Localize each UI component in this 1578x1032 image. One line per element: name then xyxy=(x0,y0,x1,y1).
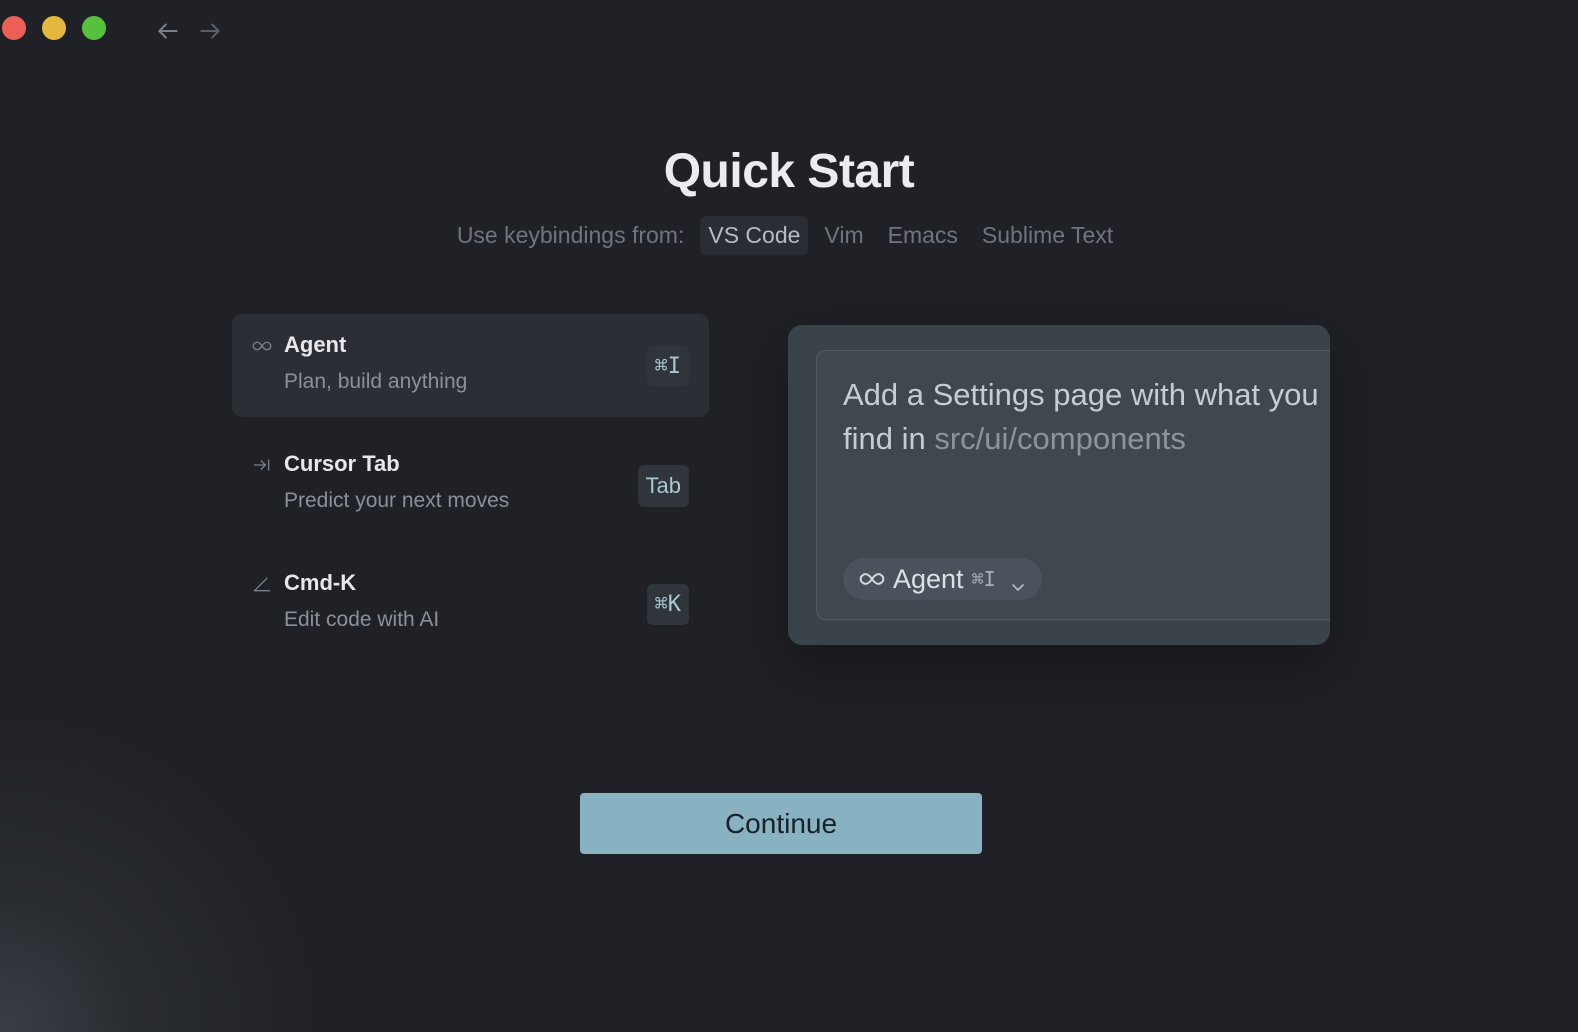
mode-selector[interactable]: Agent ⌘I xyxy=(843,558,1042,600)
feature-list: Agent Plan, build anything ⌘I Cursor Tab… xyxy=(232,314,709,671)
keybinding-option-sublime[interactable]: Sublime Text xyxy=(974,216,1121,255)
keybinding-option-emacs[interactable]: Emacs xyxy=(880,216,966,255)
keybinding-option-vscode[interactable]: VS Code xyxy=(700,216,809,255)
feature-item-cmd-k[interactable]: Cmd-K Edit code with AI ⌘K xyxy=(232,552,709,655)
navigation-controls xyxy=(154,17,224,45)
shortcut-badge: ⌘K xyxy=(646,584,689,625)
feature-subtitle: Edit code with AI xyxy=(284,608,440,631)
app-window: Quick Start Use keybindings from: VS Cod… xyxy=(0,0,1578,1032)
arrow-left-icon xyxy=(158,23,178,39)
feature-subtitle: Predict your next moves xyxy=(284,489,510,512)
composer-input[interactable]: Add a Settings page with what you find i… xyxy=(816,350,1330,620)
continue-button[interactable]: Continue xyxy=(580,793,982,854)
close-window-button[interactable] xyxy=(2,16,26,40)
tab-arrow-icon xyxy=(252,455,272,475)
mode-shortcut: ⌘I xyxy=(971,567,996,591)
infinity-icon xyxy=(252,336,272,356)
window-controls xyxy=(2,16,106,40)
keybinding-selector: Use keybindings from: VS Code Vim Emacs … xyxy=(0,216,1578,255)
preview-panel: Add a Settings page with what you find i… xyxy=(788,325,1330,645)
feature-item-cursor-tab[interactable]: Cursor Tab Predict your next moves Tab xyxy=(232,433,709,536)
edit-angle-icon xyxy=(252,574,272,594)
page-title: Quick Start xyxy=(663,145,915,198)
feature-subtitle: Plan, build anything xyxy=(284,370,468,393)
minimize-window-button[interactable] xyxy=(42,16,66,40)
keybinding-option-vim[interactable]: Vim xyxy=(816,216,871,255)
chevron-down-icon xyxy=(1010,571,1026,591)
shortcut-badge: Tab xyxy=(637,465,689,507)
forward-button[interactable] xyxy=(196,17,224,45)
feature-item-agent[interactable]: Agent Plan, build anything ⌘I xyxy=(232,314,709,417)
keybindings-label: Use keybindings from: xyxy=(456,222,685,248)
arrow-right-icon xyxy=(200,23,220,39)
feature-title: Cmd-K xyxy=(284,570,357,595)
shortcut-badge: ⌘I xyxy=(646,346,689,387)
feature-title: Cursor Tab xyxy=(284,451,400,476)
feature-title: Agent xyxy=(284,332,347,357)
composer-prompt: Add a Settings page with what you find i… xyxy=(843,373,1323,461)
mode-label: Agent xyxy=(893,563,964,594)
back-button[interactable] xyxy=(154,17,182,45)
infinity-icon xyxy=(859,573,885,585)
prompt-path: src/ui/components xyxy=(934,421,1186,456)
zoom-window-button[interactable] xyxy=(82,16,106,40)
